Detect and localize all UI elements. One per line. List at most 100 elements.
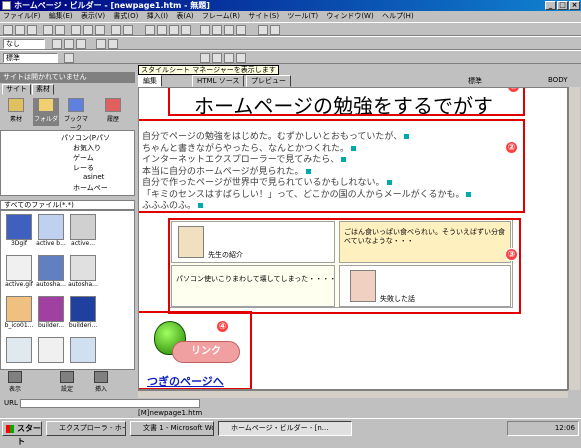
spell-icon[interactable] [236,25,246,35]
link-icon[interactable] [169,25,179,35]
tab-material[interactable]: 素材 [32,84,54,95]
file-thumb[interactable]: b_ico01... [4,296,34,334]
align-center-icon[interactable] [64,39,74,49]
tree-item[interactable]: レーる [73,163,94,173]
frame-icon[interactable] [200,25,210,35]
view-button[interactable]: 表示 [4,371,26,393]
insert-icon [94,371,108,383]
horizontal-scrollbar[interactable] [138,390,568,398]
minimize-button[interactable]: _ [545,1,556,10]
annotation-number: ④ [216,320,229,333]
vertical-scrollbar[interactable] [568,87,580,390]
material-categories: 素材 フォルダ ブックマーク 履歴 [0,96,135,132]
art-icon[interactable] [258,25,268,35]
paste-icon[interactable] [95,25,105,35]
thumbnail-image [38,214,64,240]
bold-icon[interactable] [200,53,210,63]
file-thumb[interactable]: autosha... [68,255,98,293]
history-button[interactable]: 履歴 [100,98,126,126]
taskbar-item[interactable]: ホームページ・ビルダー - [n... [218,421,352,436]
style-select[interactable]: なし [3,39,45,49]
clock: 12:06 [554,424,575,432]
undo-icon[interactable] [111,25,121,35]
url-field[interactable] [20,399,200,408]
font-size-icon[interactable] [64,53,74,63]
edit-canvas[interactable]: ホームページの勉強をするでがす 自分でページの勉強をはじめた。むずかしいとおもっ… [138,87,568,390]
file-thumb[interactable]: autosha... [36,255,66,293]
tree-item[interactable]: ゲーム [73,153,94,163]
file-list: 3Dgif active b... active... active.gif a… [0,210,135,370]
annotation-box-4 [139,311,252,389]
taskbar-item[interactable]: エクスプローラ - ホームペー [46,421,126,436]
thumbnail-image [6,296,32,322]
open-icon[interactable] [15,25,25,35]
menu-frame[interactable]: フレーム(R) [199,11,243,22]
form-icon[interactable] [181,25,191,35]
ie-icon[interactable] [224,25,234,35]
underline-icon[interactable] [224,53,234,63]
menu-site[interactable]: サイト(S) [245,11,282,22]
bookmark-button[interactable]: ブックマーク [63,98,89,132]
color-icon[interactable] [236,53,246,63]
document-tabs: 編集 HTML ソース プレビュー 標準 BODY [138,75,581,87]
file-filter[interactable]: すべてのファイル(*.*) [0,200,135,210]
folder-tree: パソコン(Pパソ お気入り ゲーム レーる asinet ホームペー [0,130,135,196]
menu-window[interactable]: ウィンドウ(W) [323,11,376,22]
list-icon[interactable] [96,39,106,49]
browser-icon[interactable] [212,25,222,35]
menu-view[interactable]: 表示(V) [78,11,108,22]
save-icon[interactable] [27,25,37,35]
file-thumb[interactable]: active... [68,214,98,252]
menu-file[interactable]: ファイル(F) [0,11,44,22]
taskbar-item[interactable]: 文書 1 - Microsoft Word [130,421,214,436]
photo-icon[interactable] [270,25,280,35]
tree-item[interactable]: パソコン(Pパソ [61,133,110,143]
align-right-icon[interactable] [76,39,86,49]
preview-icon[interactable] [55,25,65,35]
file-thumb[interactable]: active.gif [4,255,34,293]
insert-button[interactable]: 挿入 [90,371,112,393]
menu-table[interactable]: 表(A) [173,11,196,22]
menu-edit[interactable]: 編集(E) [46,11,76,22]
material-icon [8,98,24,112]
font-select[interactable]: 標準 [3,53,58,63]
annotation-box-1 [168,88,525,116]
thumbnail-image [70,296,96,322]
folder-icon [38,98,54,112]
close-button[interactable]: × [569,1,580,10]
cut-icon[interactable] [71,25,81,35]
new-icon[interactable] [3,25,13,35]
tree-item[interactable]: ホームペー [73,183,108,193]
folder-button[interactable]: フォルダ [33,98,59,126]
site-panel-actions: 表示 設定 挿入 [0,370,135,394]
redo-icon[interactable] [123,25,133,35]
tab-edit[interactable]: 編集 [138,75,162,87]
standard-toolbar [0,22,581,36]
italic-icon[interactable] [212,53,222,63]
tab-html-source[interactable]: HTML ソース [192,75,245,87]
tree-item[interactable]: asinet [83,173,104,181]
print-icon[interactable] [43,25,53,35]
indent-icon[interactable] [108,39,118,49]
maximize-button[interactable]: □ [557,1,568,10]
align-left-icon[interactable] [52,39,62,49]
tab-preview[interactable]: プレビュー [246,75,291,87]
file-thumb[interactable]: 3Dgif [4,214,34,252]
start-button[interactable]: スタート [2,421,42,446]
menu-tools[interactable]: ツール(T) [284,11,321,22]
copy-icon[interactable] [83,25,93,35]
image-icon[interactable] [157,25,167,35]
table-icon[interactable] [145,25,155,35]
menu-insert[interactable]: 挿入(I) [144,11,172,22]
settings-button[interactable]: 設定 [56,371,78,393]
menu-format[interactable]: 書式(O) [110,11,141,22]
annotation-box-2 [139,119,525,213]
file-thumb[interactable]: builder... [36,296,66,334]
tree-item[interactable]: お気入り [73,143,101,153]
file-thumb[interactable]: active b... [36,214,66,252]
tab-site[interactable]: サイト [2,84,31,95]
font-toolbar: 標準 スタイルシート マネージャーを表示します [0,50,581,75]
file-thumb[interactable]: builderi... [68,296,98,334]
menu-help[interactable]: ヘルプ(H) [379,11,417,22]
material-button[interactable]: 素材 [3,98,29,126]
